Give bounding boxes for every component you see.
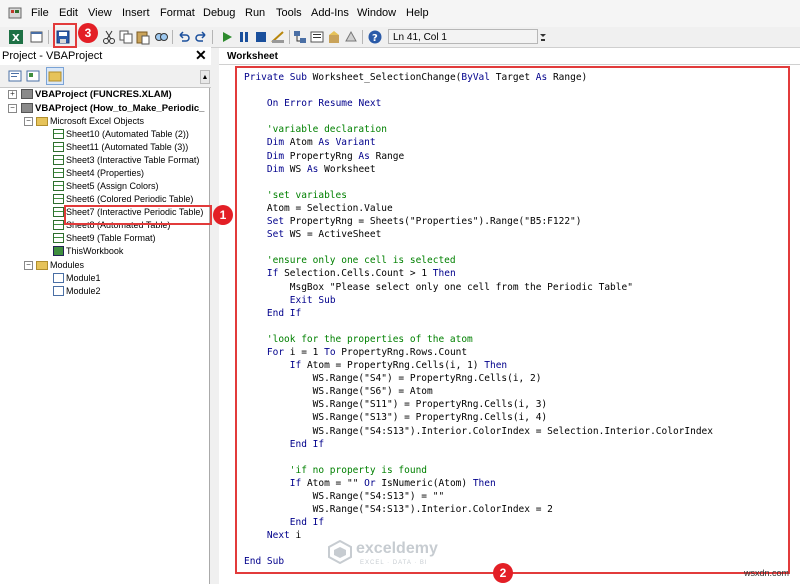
menu-window[interactable]: Window	[357, 7, 396, 19]
project-pane-title-bar: Project - VBAProject ✕	[0, 47, 211, 66]
standard-toolbar: X ? Ln 41, Col 1	[0, 27, 800, 48]
cut-icon[interactable]	[101, 29, 117, 45]
site-credit: wsxdn.com	[744, 568, 790, 578]
menu-help[interactable]: Help	[406, 7, 429, 19]
menu-run[interactable]: Run	[245, 7, 265, 19]
project-explorer-icon[interactable]	[292, 29, 308, 45]
menu-file[interactable]: File	[31, 7, 49, 19]
project-pane-title: Project - VBAProject	[2, 50, 103, 62]
scroll-up-arrow[interactable]: ▲	[200, 70, 210, 84]
view-object-icon[interactable]	[25, 68, 41, 84]
run-icon[interactable]	[219, 29, 235, 45]
menu-insert[interactable]: Insert	[122, 7, 150, 19]
sheet-icon	[53, 168, 64, 178]
step-badge-3: 3	[78, 23, 98, 43]
tree-item-module2[interactable]: Module2	[53, 285, 101, 298]
tree-item-sheet5[interactable]: Sheet5 (Assign Colors)	[53, 180, 159, 193]
undo-icon[interactable]	[176, 29, 192, 45]
toggle-folders-icon[interactable]	[46, 67, 64, 85]
toolbar-options-icon[interactable]	[540, 31, 546, 43]
tree-item-thisworkbook[interactable]: ThisWorkbook	[53, 245, 123, 258]
reset-icon[interactable]	[253, 29, 269, 45]
folder-icon	[36, 261, 48, 270]
tree-item-sheet11[interactable]: Sheet11 (Automated Table (3))	[53, 141, 188, 154]
tree-project-periodic[interactable]: VBAProject (How_to_Make_Periodic_	[21, 102, 204, 115]
sheet-icon	[53, 181, 64, 191]
toolbox-icon[interactable]	[343, 29, 359, 45]
tree-item-sheet4[interactable]: Sheet4 (Properties)	[53, 167, 144, 180]
cursor-position-readout: Ln 41, Col 1	[388, 29, 538, 44]
tree-item-module1[interactable]: Module1	[53, 272, 101, 285]
vba-app-icon	[8, 7, 22, 19]
project-tree: + VBAProject (FUNCRES.XLAM) − VBAProject…	[0, 88, 210, 584]
module-icon	[53, 286, 64, 296]
sheet-icon	[53, 155, 64, 165]
sheet-icon	[53, 129, 64, 139]
svg-text:X: X	[12, 33, 20, 44]
paste-icon[interactable]	[135, 29, 151, 45]
tree-folder-excel-objects[interactable]: Microsoft Excel Objects	[36, 115, 144, 128]
step-badge-2: 2	[493, 563, 513, 583]
close-icon[interactable]: ✕	[195, 48, 207, 62]
properties-icon[interactable]	[309, 29, 325, 45]
sheet-icon	[53, 194, 64, 204]
collapse-toggle[interactable]: −	[24, 261, 33, 270]
highlight-save	[53, 23, 77, 48]
folder-icon	[36, 117, 48, 126]
svg-text:?: ?	[372, 33, 378, 44]
tree-item-sheet3[interactable]: Sheet3 (Interactive Table Format)	[53, 154, 199, 167]
menu-bar: File Edit View Insert Format Debug Run T…	[0, 0, 800, 28]
copy-icon[interactable]	[118, 29, 134, 45]
redo-icon[interactable]	[193, 29, 209, 45]
project-pane-toolbar	[0, 65, 211, 88]
insert-userform-icon[interactable]	[29, 29, 45, 45]
sheet-icon	[53, 142, 64, 152]
tree-item-sheet9[interactable]: Sheet9 (Table Format)	[53, 232, 156, 245]
collapse-toggle[interactable]: −	[24, 117, 33, 126]
tree-folder-modules[interactable]: Modules	[36, 259, 84, 272]
watermark-tagline: EXCEL · DATA · BI	[360, 560, 428, 566]
menu-debug[interactable]: Debug	[203, 7, 235, 19]
menu-add-ins[interactable]: Add-Ins	[311, 7, 349, 19]
excel-icon[interactable]: X	[8, 29, 24, 45]
tree-item-sheet10[interactable]: Sheet10 (Automated Table (2))	[53, 128, 189, 141]
menu-format[interactable]: Format	[160, 7, 195, 19]
object-browser-icon[interactable]	[326, 29, 342, 45]
tree-project-funcres[interactable]: VBAProject (FUNCRES.XLAM)	[21, 88, 172, 101]
sheet-icon	[53, 233, 64, 243]
collapse-toggle[interactable]: −	[8, 104, 17, 113]
menu-view[interactable]: View	[88, 7, 112, 19]
sheet-icon	[53, 220, 64, 230]
menu-edit[interactable]: Edit	[59, 7, 78, 19]
workbook-icon	[53, 246, 64, 256]
exceldemy-logo-icon	[328, 540, 352, 564]
highlight-sheet7	[64, 205, 212, 225]
menu-tools[interactable]: Tools	[276, 7, 302, 19]
view-code-icon[interactable]	[7, 68, 23, 84]
help-icon[interactable]: ?	[367, 29, 383, 45]
watermark: exceldemy EXCEL · DATA · BI	[326, 538, 496, 574]
find-icon[interactable]	[153, 29, 169, 45]
sheet-icon	[53, 207, 64, 217]
highlight-code	[235, 66, 790, 574]
design-mode-icon[interactable]	[270, 29, 286, 45]
project-icon	[21, 103, 33, 113]
project-icon	[21, 89, 33, 99]
code-window-object-label: Worksheet	[219, 48, 800, 65]
module-icon	[53, 273, 64, 283]
break-icon[interactable]	[236, 29, 252, 45]
expand-toggle[interactable]: +	[8, 90, 17, 99]
watermark-name: exceldemy	[356, 540, 438, 557]
step-badge-1: 1	[213, 205, 233, 225]
